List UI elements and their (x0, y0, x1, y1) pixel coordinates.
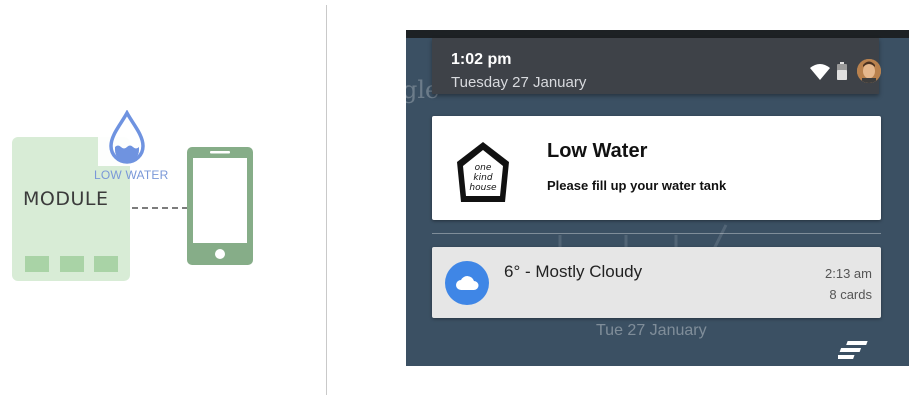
module-slot (94, 256, 118, 272)
cloud-icon (456, 276, 479, 290)
dashed-connector (132, 207, 188, 209)
quick-status-panel[interactable]: 1:02 pm Tuesday 27 January (432, 38, 881, 94)
module-label: MODULE (23, 188, 109, 210)
module-slot (60, 256, 84, 272)
weather-time: 2:13 am (825, 266, 872, 281)
clear-all-icon[interactable] (838, 340, 870, 360)
top-strip (406, 30, 909, 38)
module-slot (25, 256, 49, 272)
battery-icon (837, 62, 847, 80)
notification-title: Low Water (547, 140, 648, 162)
wifi-icon (810, 64, 830, 80)
lockscreen-date: Tue 27 January (596, 322, 707, 339)
weather-notification[interactable]: 6° - Mostly Cloudy 2:13 am 8 cards (432, 247, 881, 318)
svg-text:kind: kind (473, 173, 492, 183)
one-kind-house-logo: one kind house (457, 142, 509, 202)
weather-card-count: 8 cards (829, 287, 872, 302)
smartphone-icon (187, 147, 253, 265)
water-drop-icon (109, 110, 145, 164)
avatar[interactable] (857, 59, 881, 83)
low-water-notification[interactable]: one kind house Low Water Please fill up … (432, 116, 881, 220)
weather-icon-badge (445, 261, 489, 305)
low-water-label: LOW WATER (94, 168, 169, 182)
module-diagram: MODULE LOW WATER (0, 0, 325, 402)
svg-text:house: house (469, 183, 497, 193)
svg-text:one: one (475, 163, 492, 173)
notification-body: Please fill up your water tank (547, 178, 727, 193)
status-time: 1:02 pm (451, 51, 512, 68)
vertical-divider (326, 5, 327, 395)
notification-separator (432, 233, 881, 234)
weather-title: 6° - Mostly Cloudy (504, 262, 643, 281)
phone-screen: gle 1:02 pm Tuesday 27 January one kind … (406, 30, 909, 366)
status-date: Tuesday 27 January (451, 74, 587, 91)
